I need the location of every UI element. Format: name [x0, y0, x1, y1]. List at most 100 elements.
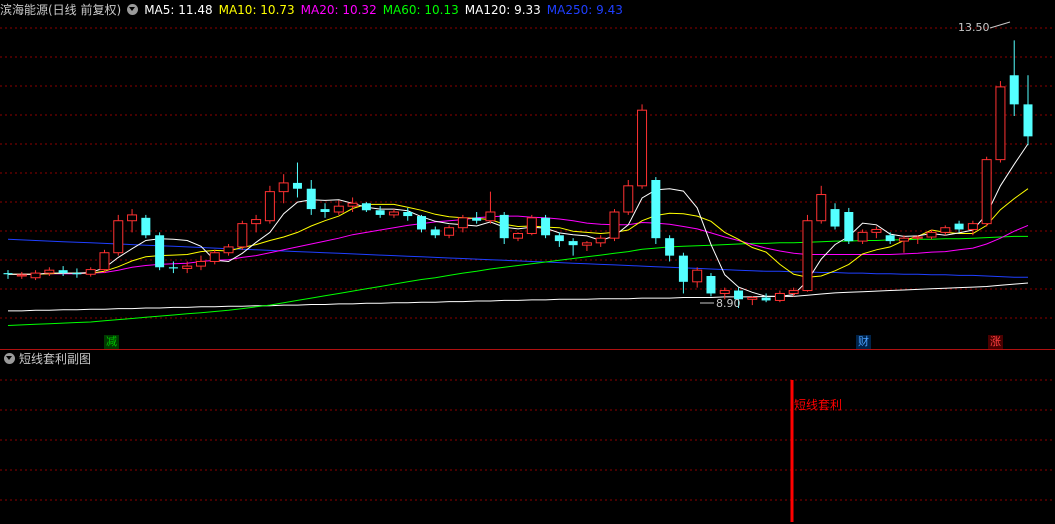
candle-body	[113, 220, 124, 254]
candle	[554, 232, 564, 247]
candle-body	[485, 211, 496, 222]
candle	[623, 180, 634, 215]
candle	[16, 271, 27, 279]
candle-body	[237, 223, 248, 248]
candle-body	[361, 203, 371, 211]
high-arrow-line	[989, 21, 1011, 29]
candle-body	[320, 209, 330, 212]
candle	[417, 214, 427, 233]
candle-body	[774, 292, 785, 301]
candlesticks	[3, 40, 1033, 308]
candle	[127, 209, 138, 233]
candle	[678, 252, 688, 294]
kline-chart[interactable]: 13.50 8.90 短线套利	[0, 0, 1055, 524]
candle	[665, 235, 675, 262]
candle	[995, 81, 1006, 163]
signal-label: 短线套利	[794, 398, 842, 412]
candle-body	[678, 255, 688, 282]
candle-body	[967, 223, 978, 230]
candle-body	[1023, 104, 1033, 137]
candle-body	[44, 269, 55, 274]
candle-body	[388, 211, 399, 216]
marker-zhang[interactable]: 涨	[988, 335, 1003, 349]
candle-body	[430, 229, 440, 236]
candle-body	[595, 237, 606, 244]
candle	[141, 214, 151, 239]
candle-body	[830, 209, 840, 227]
candle	[99, 249, 110, 274]
candle	[940, 225, 951, 236]
candle-body	[16, 274, 27, 277]
candle-body	[306, 188, 316, 210]
candle-body	[637, 109, 648, 187]
candle-body	[333, 205, 344, 213]
candle	[513, 232, 523, 242]
candle-body	[513, 233, 523, 239]
candle-body	[581, 242, 592, 246]
candle	[898, 235, 909, 253]
candle	[403, 207, 413, 221]
candle-body	[954, 223, 964, 230]
candle-body	[457, 217, 468, 229]
candle-body	[541, 217, 551, 236]
candle-body	[155, 235, 165, 268]
sub-chart-area: 短线套利	[790, 380, 842, 522]
candle	[209, 249, 220, 265]
candle-body	[99, 252, 110, 271]
candle-body	[526, 217, 537, 235]
candle	[885, 232, 895, 244]
candle	[871, 226, 882, 239]
candle-body	[816, 194, 827, 222]
candle	[981, 156, 992, 227]
candle	[113, 214, 124, 256]
candle	[651, 177, 661, 244]
sub-indicator-menu-icon[interactable]	[4, 353, 15, 364]
price-annotations: 13.50 8.90	[700, 21, 1011, 310]
candle-body	[995, 86, 1006, 161]
candle-body	[472, 217, 482, 221]
candle-body	[761, 297, 771, 301]
candle	[444, 225, 455, 239]
candle-body	[223, 246, 234, 254]
candle	[637, 104, 648, 189]
marker-cai[interactable]: 财	[856, 335, 871, 349]
candle	[306, 180, 316, 215]
candle-body	[912, 236, 923, 239]
candle	[58, 266, 68, 276]
candle	[568, 238, 578, 256]
candle	[251, 214, 262, 233]
candle-body	[209, 252, 220, 262]
candle-body	[417, 216, 427, 230]
candle-body	[885, 235, 895, 242]
candle	[761, 293, 771, 303]
candle-body	[802, 220, 813, 292]
candle-body	[1009, 75, 1019, 105]
high-price-label: 13.50	[958, 21, 990, 34]
candle	[430, 226, 440, 239]
candle-body	[141, 217, 151, 236]
candle-body	[292, 182, 302, 189]
candle	[830, 203, 840, 230]
candle	[375, 206, 385, 218]
candle	[857, 229, 868, 244]
marker-jian[interactable]: 减	[104, 335, 119, 349]
candle	[581, 241, 592, 251]
candle-body	[58, 270, 68, 274]
candle	[1009, 40, 1019, 116]
candle-body	[623, 185, 634, 213]
candle	[361, 202, 371, 212]
candle	[706, 273, 716, 297]
candle	[223, 244, 234, 256]
candle	[609, 209, 620, 242]
candle	[44, 267, 55, 276]
candle	[320, 203, 330, 218]
candle	[85, 267, 96, 277]
candle-body	[609, 211, 620, 239]
candle-body	[3, 273, 13, 275]
candle	[457, 214, 468, 233]
sub-chart-header: 短线套利副图	[0, 351, 91, 367]
sub-chart-title: 短线套利副图	[19, 352, 92, 366]
candle-body	[651, 180, 661, 239]
candle	[526, 214, 537, 236]
candle	[844, 207, 854, 244]
